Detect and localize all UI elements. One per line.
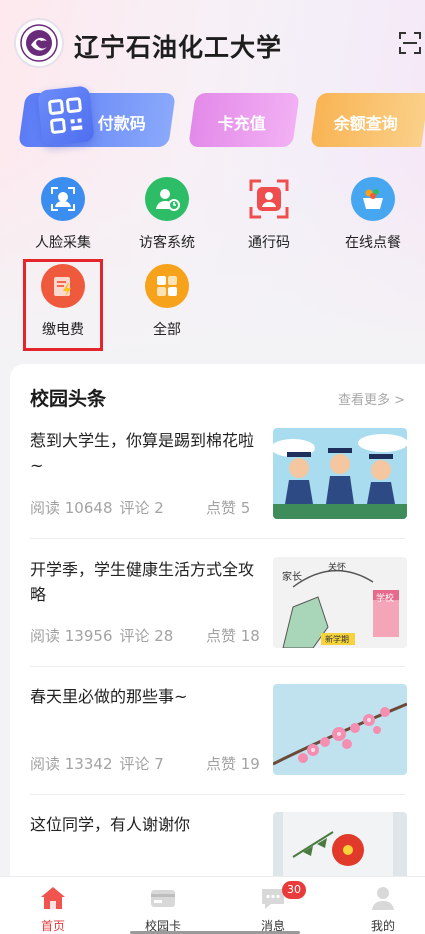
visitor-icon — [145, 177, 189, 221]
news-title: 开学季，学生健康生活方式全攻略 — [30, 560, 255, 604]
news-likes: 点赞 5 — [206, 499, 251, 517]
service-label: 全部 — [153, 322, 181, 338]
spring-blossom-thumbnail — [273, 684, 407, 775]
campus-news-panel: 校园头条 查看更多 > 惹到大学生，你算是踢到棉花啦~ 阅读 10648 评论 2… — [10, 364, 425, 884]
service-visitor[interactable]: 访客系统 — [122, 177, 212, 252]
balance-query-button[interactable]: 余额查询 — [310, 93, 425, 147]
app-header: 辽宁石油化工大学 — [0, 0, 425, 90]
thumb-care-label: 关怀 — [328, 563, 347, 573]
news-likes: 点赞 18 — [206, 627, 260, 645]
news-meta: 阅读 13342 评论 7 — [30, 753, 171, 774]
news-title: 惹到大学生，你算是踢到棉花啦~ — [30, 431, 255, 475]
service-label: 人脸采集 — [35, 235, 91, 251]
service-label: 通行码 — [248, 235, 290, 251]
nav-messages[interactable]: 30 消息 — [220, 877, 326, 934]
news-title: 这位同学，有人谢谢你 — [30, 815, 191, 834]
news-item[interactable]: 春天里必做的那些事~ 阅读 13342 评论 7 点赞 19 — [30, 684, 407, 784]
card-topup-button[interactable]: 卡充值 — [188, 93, 300, 147]
service-pass-code[interactable]: 通行码 — [224, 177, 314, 252]
card-topup-label: 卡充值 — [217, 114, 266, 133]
highlight-frame — [23, 259, 103, 351]
qr-code-icon — [37, 85, 95, 147]
service-all[interactable]: 全部 — [122, 264, 212, 339]
nav-campus-card[interactable]: 校园卡 — [110, 877, 216, 934]
news-meta: 阅读 13956 评论 28 — [30, 625, 180, 646]
news-reads: 阅读 10648 — [30, 499, 113, 517]
news-more-link[interactable]: 查看更多 > — [338, 389, 405, 408]
nav-label: 首页 — [40, 919, 65, 933]
divider — [30, 538, 405, 539]
service-face-capture[interactable]: 人脸采集 — [18, 177, 108, 252]
face-capture-icon — [41, 177, 85, 221]
news-comments: 评论 7 — [119, 755, 164, 773]
campus-card-icon — [149, 884, 177, 912]
service-label: 在线点餐 — [345, 235, 401, 251]
news-reads: 阅读 13342 — [30, 755, 113, 773]
pass-code-icon — [247, 177, 291, 221]
message-count-badge: 30 — [282, 881, 306, 899]
pay-code-label: 付款码 — [97, 114, 146, 133]
home-icon — [39, 884, 67, 912]
thumb-school-label: 学校 — [376, 594, 395, 604]
university-logo-icon[interactable] — [14, 18, 64, 68]
news-comments: 评论 2 — [119, 499, 164, 517]
school-care-thumbnail: 家长 关怀 学校 新学期 — [273, 557, 407, 648]
nav-profile[interactable]: 我的 — [330, 877, 425, 934]
news-item[interactable]: 惹到大学生，你算是踢到棉花啦~ 阅读 10648 评论 2 点赞 5 — [30, 428, 407, 528]
nav-home[interactable]: 首页 — [0, 877, 106, 934]
all-apps-icon — [145, 264, 189, 308]
graduates-thumbnail — [273, 428, 407, 519]
news-meta: 阅读 10648 评论 2 — [30, 497, 171, 518]
divider — [30, 666, 405, 667]
news-item[interactable]: 这位同学，有人谢谢你 — [30, 812, 407, 882]
news-comments: 评论 28 — [119, 627, 174, 645]
news-item[interactable]: 开学季，学生健康生活方式全攻略 阅读 13956 评论 28 点赞 18 家长 关… — [30, 557, 407, 657]
flower-book-thumbnail — [273, 812, 407, 878]
news-likes: 点赞 19 — [206, 755, 260, 773]
order-food-icon — [351, 177, 395, 221]
service-label: 访客系统 — [139, 235, 195, 251]
news-reads: 阅读 13956 — [30, 627, 113, 645]
bottom-navigation: 首页 校园卡 30 消息 我的 — [0, 876, 425, 934]
thumb-parent-label: 家长 — [282, 572, 302, 583]
balance-query-label: 余额查询 — [333, 114, 398, 133]
scan-icon[interactable] — [398, 31, 422, 55]
thumb-term-label: 新学期 — [325, 635, 349, 644]
news-title: 春天里必做的那些事~ — [30, 687, 188, 706]
service-order-food[interactable]: 在线点餐 — [328, 177, 418, 252]
news-heading: 校园头条 — [30, 388, 107, 410]
profile-icon — [369, 884, 397, 912]
app-title: 辽宁石油化工大学 — [74, 33, 283, 62]
divider — [30, 794, 405, 795]
nav-label: 我的 — [370, 919, 395, 933]
